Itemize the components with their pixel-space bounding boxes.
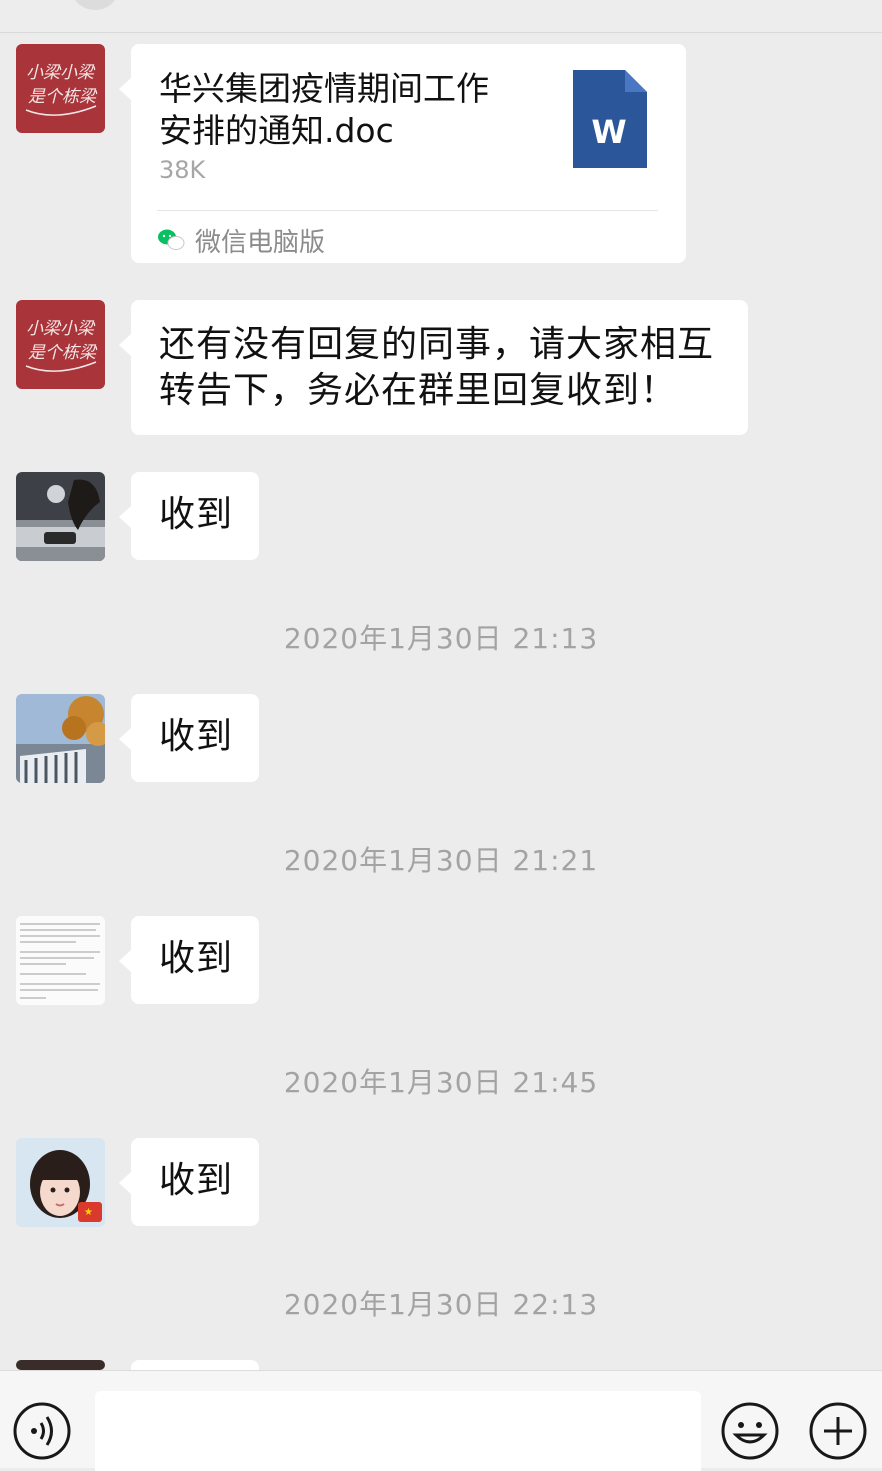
document-thumbnail-avatar-icon	[16, 916, 105, 1005]
file-bubble[interactable]: 华兴集团疫情期间工作 安排的通知.doc 38K W 微信电脑版	[119, 44, 686, 263]
text-bubble[interactable]: 还有没有回复的同事，请大家相互 转告下，务必在群里回复收到！	[119, 300, 748, 435]
timestamp: 2020年1月30日 21:21	[283, 844, 599, 877]
girl-portrait-avatar-icon: ★	[16, 1138, 105, 1227]
file-name-line1: 华兴集团疫情期间工作	[159, 69, 489, 108]
text-bubble[interactable]: 收到	[119, 472, 259, 560]
avatar-text-line1: 小梁小梁	[26, 319, 96, 339]
text-bubble[interactable]: 收到	[119, 916, 259, 1004]
message-text-content: 收到	[159, 938, 234, 979]
avatar[interactable]	[16, 1360, 105, 1370]
message-line1: 还有没有回复的同事，请大家相互	[159, 324, 715, 365]
avatar-text-line2: 是个栋梁	[28, 87, 98, 107]
avatar[interactable]: 小梁小梁 是个栋梁	[16, 300, 105, 389]
emoji-icon[interactable]	[720, 1401, 780, 1461]
avatar[interactable]	[16, 694, 105, 783]
word-doc-letter: W	[591, 113, 626, 151]
message-text-content: 收到	[159, 716, 234, 757]
message-text-content: 收到	[159, 494, 234, 535]
chat-header	[0, 0, 882, 33]
svg-text:★: ★	[84, 1207, 93, 1218]
file-name: 华兴集团疫情期间工作 安排的通知.doc	[159, 68, 539, 152]
text-bubble[interactable]: 收到	[119, 1138, 259, 1226]
message-input[interactable]	[95, 1391, 701, 1471]
text-bubble[interactable]: 收到	[119, 694, 259, 782]
file-name-line2: 安排的通知.doc	[159, 111, 394, 150]
timestamp: 2020年1月30日 21:13	[283, 622, 599, 655]
message-text-content: 收到	[159, 1160, 234, 1201]
avatar-text-line1: 小梁小梁	[26, 63, 96, 83]
timestamp: 2020年1月30日 22:13	[283, 1288, 599, 1321]
input-bar	[0, 1370, 882, 1471]
file-size: 38K	[159, 156, 206, 184]
avatar[interactable]: ★	[16, 1138, 105, 1227]
message-text-content: 还有没有回复的同事，请大家相互 转告下，务必在群里回复收到！	[131, 300, 748, 414]
plus-icon[interactable]	[808, 1401, 868, 1461]
text-bubble[interactable]	[131, 1360, 259, 1370]
car-photo-avatar-icon	[16, 472, 105, 561]
file-source: 微信电脑版	[157, 220, 325, 260]
divider	[157, 210, 658, 211]
building-tree-photo-avatar-icon	[16, 694, 105, 783]
avatar[interactable]	[16, 916, 105, 1005]
handwritten-avatar-icon: 小梁小梁 是个栋梁	[25, 63, 98, 116]
timestamp: 2020年1月30日 21:45	[283, 1066, 599, 1099]
handwritten-avatar-icon: 小梁小梁 是个栋梁	[25, 319, 98, 372]
voice-icon[interactable]	[12, 1401, 72, 1461]
word-doc-icon: W	[573, 70, 647, 168]
source-label: 微信电脑版	[195, 227, 326, 258]
back-button[interactable]	[72, 0, 118, 10]
wechat-icon	[158, 229, 185, 250]
avatar-text-line2: 是个栋梁	[28, 343, 98, 363]
avatar[interactable]	[16, 472, 105, 561]
avatar[interactable]: 小梁小梁 是个栋梁	[16, 44, 105, 133]
message-line2: 转告下，务必在群里回复收到！	[159, 370, 678, 411]
